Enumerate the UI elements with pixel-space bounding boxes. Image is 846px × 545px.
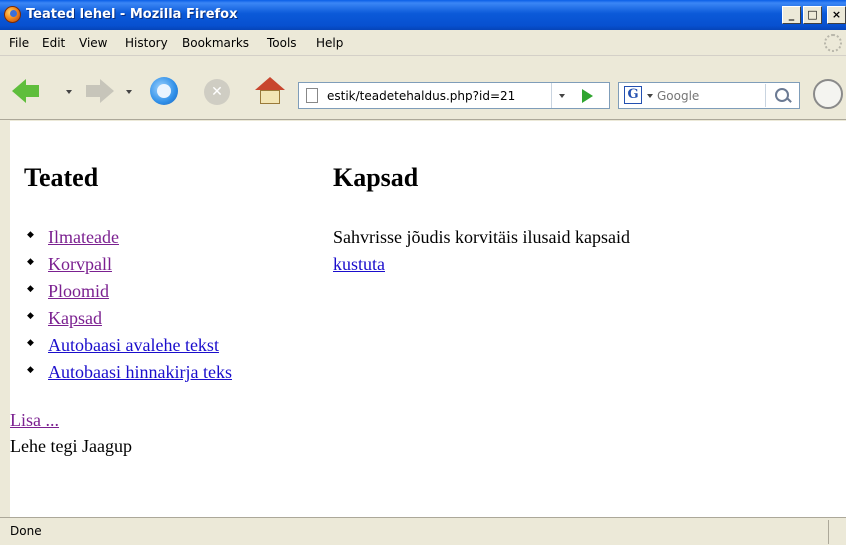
menu-bar: File Edit View History Bookmarks Tools H…: [0, 30, 846, 56]
throbber-icon: [824, 34, 842, 52]
maximize-button[interactable]: □: [803, 6, 822, 24]
back-arrow-tail: [25, 85, 39, 97]
status-bar: Done: [0, 517, 846, 545]
add-message-link[interactable]: Lisa ...: [10, 410, 59, 431]
message-link-autobaasi-hinnakirja[interactable]: Autobaasi hinnakirja teks: [48, 362, 232, 382]
page-icon: [306, 88, 318, 103]
delete-link[interactable]: kustuta: [333, 254, 385, 275]
home-icon: [255, 77, 285, 90]
message-link-ilmateade[interactable]: Ilmateade: [48, 227, 119, 247]
search-engine-dropdown[interactable]: [647, 94, 653, 98]
list-item: Korvpall: [27, 254, 232, 281]
firefox-logo-icon: [4, 6, 21, 23]
menu-history[interactable]: History: [125, 36, 168, 50]
home-icon-body: [260, 90, 280, 104]
clock-icon[interactable]: [813, 79, 843, 109]
url-bar: [298, 82, 610, 109]
message-link-korvpall[interactable]: Korvpall: [48, 254, 112, 274]
list-item: Autobaasi avalehe tekst: [27, 335, 232, 362]
menu-file[interactable]: File: [9, 36, 29, 50]
forward-arrow-tail: [86, 85, 100, 97]
minimize-button[interactable]: _: [782, 6, 801, 24]
window-titlebar: Teated lehel - Mozilla Firefox _ □ ×: [0, 0, 846, 30]
search-magnifier-icon[interactable]: [765, 84, 797, 107]
message-link-autobaasi-avalehe[interactable]: Autobaasi avalehe tekst: [48, 335, 219, 355]
navigation-toolbar: ✕ G: [0, 57, 846, 120]
search-bar: G: [618, 82, 800, 109]
status-text: Done: [10, 524, 42, 538]
sidebar-title: Teated: [24, 163, 99, 192]
message-list: Ilmateade Korvpall Ploomid Kapsad Autoba…: [27, 227, 232, 389]
message-link-kapsad[interactable]: Kapsad: [48, 308, 102, 328]
search-input[interactable]: [657, 87, 757, 105]
message-title: Kapsad: [333, 163, 419, 192]
message-body: Sahvrisse jõudis korvitäis ilusaid kapsa…: [333, 227, 630, 247]
menu-tools[interactable]: Tools: [267, 36, 297, 50]
back-history-dropdown[interactable]: [66, 90, 72, 94]
page-footer: Lehe tegi Jaagup: [10, 436, 132, 456]
chevron-down-icon: [559, 94, 565, 98]
list-item: Autobaasi hinnakirja teks: [27, 362, 232, 389]
list-item: Ploomid: [27, 281, 232, 308]
page-content: Teated Ilmateade Korvpall Ploomid Kapsad…: [10, 121, 846, 517]
menu-edit[interactable]: Edit: [42, 36, 65, 50]
reload-icon[interactable]: [150, 77, 178, 105]
forward-history-dropdown[interactable]: [126, 90, 132, 94]
url-history-dropdown[interactable]: [551, 83, 572, 108]
list-item: Kapsad: [27, 308, 232, 335]
window-title: Teated lehel - Mozilla Firefox: [26, 7, 238, 22]
menu-help[interactable]: Help: [316, 36, 343, 50]
resize-grip-icon[interactable]: [828, 520, 846, 544]
google-icon[interactable]: G: [624, 86, 642, 104]
list-item: Ilmateade: [27, 227, 232, 254]
go-arrow-icon[interactable]: [582, 89, 593, 103]
stop-icon[interactable]: ✕: [204, 79, 230, 105]
menu-bookmarks[interactable]: Bookmarks: [182, 36, 249, 50]
message-link-ploomid[interactable]: Ploomid: [48, 281, 109, 301]
menu-view[interactable]: View: [79, 36, 107, 50]
url-input[interactable]: [327, 87, 551, 105]
forward-arrow-icon: [100, 79, 114, 103]
close-button[interactable]: ×: [827, 6, 846, 24]
back-arrow-icon: [12, 79, 26, 103]
